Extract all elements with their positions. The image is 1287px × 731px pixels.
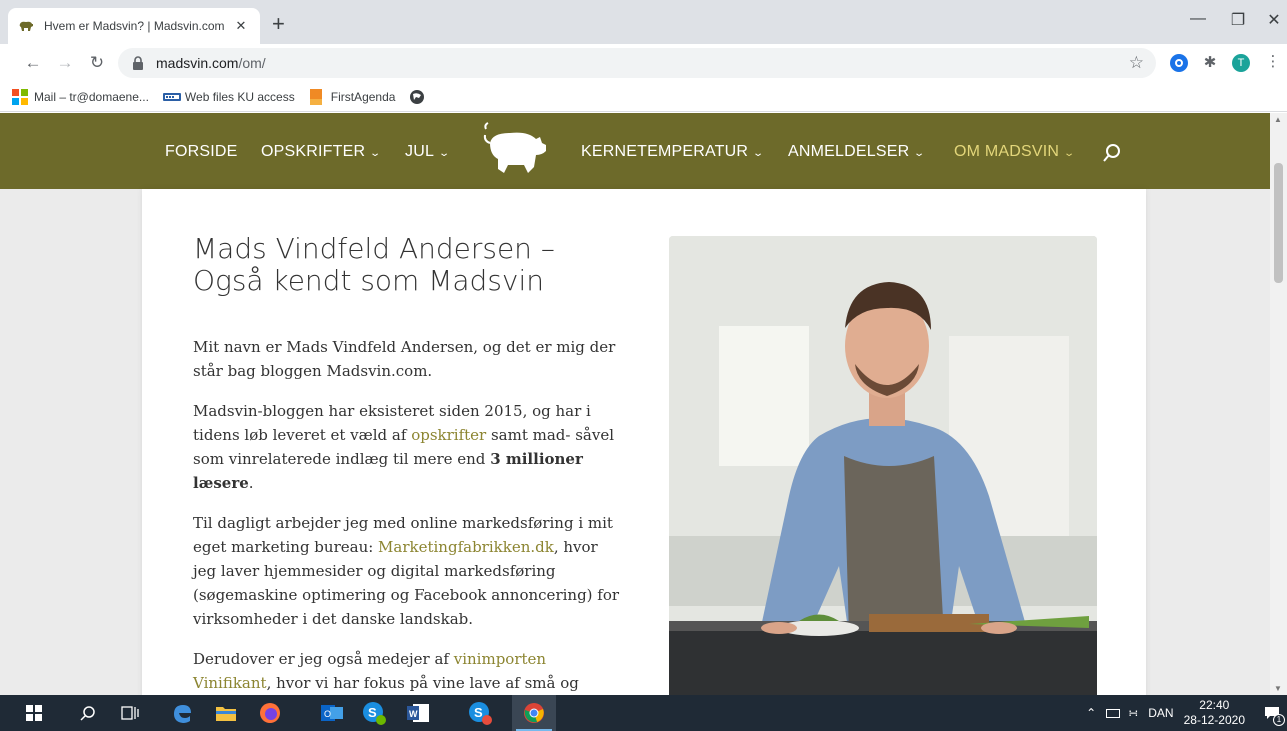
nav-anmeldelser[interactable]: ANMELDELSER ⌄ — [788, 143, 926, 161]
svg-text:W: W — [409, 709, 418, 719]
portrait-photo — [669, 236, 1097, 695]
nav-om-madsvin[interactable]: OM MADSVIN ⌄ — [954, 143, 1076, 161]
text-span: Derudover er jeg også medejer af — [193, 650, 454, 668]
wifi-icon[interactable]: ∺ — [1128, 706, 1138, 720]
svg-text:O: O — [324, 709, 331, 719]
bookmark-web-files[interactable]: Web files KU access — [162, 89, 295, 105]
windows-taskbar: O S W S ⌃ ∺ DAN 22:40 28-12-2020 1 — [0, 695, 1287, 731]
marketingfabrikken-link[interactable]: Marketingfabrikken.dk — [378, 538, 554, 556]
pig-favicon-icon — [18, 18, 34, 34]
skype-business-icon[interactable]: S — [458, 695, 502, 731]
microsoft-icon — [12, 88, 28, 105]
chevron-down-icon: ⌄ — [438, 148, 451, 159]
word-icon[interactable]: W — [396, 695, 440, 731]
text-span: . — [248, 474, 254, 492]
nav-label: ANMELDELSER — [788, 143, 910, 160]
close-window-icon[interactable]: ✕ — [1254, 10, 1287, 30]
profile-avatar[interactable]: T — [1232, 54, 1250, 72]
system-tray: ⌃ ∺ DAN 22:40 28-12-2020 1 — [1086, 695, 1287, 731]
chevron-down-icon: ⌄ — [369, 148, 382, 159]
nav-label: JUL — [405, 143, 435, 160]
language-indicator[interactable]: DAN — [1148, 706, 1173, 720]
intro-paragraph: Mit navn er Mads Vindfeld Andersen, og d… — [193, 338, 616, 380]
back-icon[interactable]: ← — [22, 53, 44, 73]
scroll-up-icon[interactable]: ▲ — [1274, 115, 1282, 124]
clock[interactable]: 22:40 28-12-2020 — [1184, 698, 1245, 728]
nav-label: FORSIDE — [165, 143, 238, 160]
search-icon[interactable] — [1102, 143, 1122, 163]
nav-forside[interactable]: FORSIDE — [165, 143, 238, 161]
scroll-thumb[interactable] — [1274, 163, 1283, 283]
clock-time: 22:40 — [1199, 698, 1230, 712]
svg-text:S: S — [368, 705, 377, 720]
taskbar-search-icon[interactable] — [66, 695, 110, 731]
tab-close-icon[interactable]: ✕ — [232, 18, 250, 34]
chevron-down-icon: ⌄ — [913, 148, 926, 159]
content-card: Mads Vindfeld Andersen – Også kendt som … — [142, 189, 1146, 695]
battery-icon[interactable] — [1106, 708, 1121, 718]
skype-icon[interactable]: S — [352, 695, 396, 731]
tab-strip: Hvem er Madsvin? | Madsvin.com ✕ + — ❐ ✕ — [0, 0, 1287, 44]
browser-toolbar: ← → ↻ madsvin.com/om/ ☆ ✱ T ⋮ — [0, 44, 1287, 82]
puzzle-extensions-icon[interactable]: ✱ — [1201, 54, 1219, 72]
menu-kebab-icon[interactable]: ⋮ — [1264, 54, 1282, 72]
nav-jul[interactable]: JUL ⌄ — [405, 143, 451, 161]
new-tab-button[interactable]: + — [272, 13, 285, 35]
bookmark-firstagenda[interactable]: FirstAgenda — [309, 88, 396, 105]
notifications-button[interactable]: 1 — [1257, 695, 1287, 731]
chrome-icon[interactable] — [512, 695, 556, 731]
bookmark-star-icon[interactable]: ☆ — [1129, 53, 1144, 73]
clock-date: 28-12-2020 — [1183, 713, 1245, 727]
start-windows-icon[interactable] — [12, 695, 56, 731]
text-span: , hvor vi har fokus på vine lave af små … — [266, 674, 579, 692]
bookmark-label: Mail – tr@domaene... — [34, 89, 149, 104]
reload-icon[interactable]: ↻ — [86, 53, 108, 73]
url-host: madsvin.com — [156, 55, 239, 71]
firstagenda-icon — [309, 88, 325, 105]
web-page: FORSIDE OPSKRIFTER ⌄ JUL ⌄ KERNETEMPERATUR… — [0, 113, 1270, 695]
lock-icon — [133, 56, 143, 70]
site-navigation: FORSIDE OPSKRIFTER ⌄ JUL ⌄ KERNETEMPERATUR… — [0, 113, 1270, 189]
svg-text:S: S — [474, 705, 483, 720]
page-title: Mads Vindfeld Andersen – Også kendt som … — [193, 232, 555, 297]
bookmark-globe[interactable] — [409, 89, 425, 105]
bookmark-mail[interactable]: Mail – tr@domaene... — [12, 88, 149, 105]
opskrifter-link[interactable]: opskrifter — [411, 426, 486, 444]
bookmarks-bar: Mail – tr@domaene... Web files KU access… — [0, 82, 1287, 112]
firefox-icon[interactable] — [248, 695, 292, 731]
tray-chevron-up-icon[interactable]: ⌃ — [1086, 706, 1096, 720]
outlook-icon[interactable]: O — [310, 695, 354, 731]
bookmark-label: Web files KU access — [184, 89, 295, 104]
browser-tab[interactable]: Hvem er Madsvin? | Madsvin.com ✕ — [8, 8, 260, 44]
notification-count-badge: 1 — [1273, 714, 1285, 726]
address-bar[interactable]: madsvin.com/om/ ☆ — [118, 48, 1156, 78]
page-scrollbar[interactable]: ▲ ▼ — [1270, 113, 1287, 695]
extension-icon[interactable] — [1170, 54, 1188, 72]
nav-label: KERNETEMPERATUR — [581, 143, 749, 160]
file-explorer-icon[interactable] — [204, 695, 248, 731]
nav-opskrifter[interactable]: OPSKRIFTER ⌄ — [261, 143, 382, 161]
scroll-down-icon[interactable]: ▼ — [1274, 684, 1282, 693]
work-paragraph: Til dagligt arbejder jeg med online mark… — [193, 511, 623, 631]
pig-logo-icon[interactable] — [480, 121, 550, 179]
chevron-down-icon: ⌄ — [752, 148, 765, 159]
edge-icon[interactable] — [160, 695, 204, 731]
task-view-icon[interactable] — [108, 695, 152, 731]
minimize-icon[interactable]: — — [1178, 10, 1218, 28]
vinifikant-paragraph: Derudover er jeg også medejer af vinimpo… — [193, 647, 623, 695]
tab-title: Hvem er Madsvin? | Madsvin.com — [44, 19, 225, 33]
drive-icon — [162, 89, 181, 105]
nav-label: OM MADSVIN — [954, 143, 1060, 160]
restore-icon[interactable]: ❐ — [1218, 10, 1258, 30]
bookmark-label: FirstAgenda — [330, 89, 396, 104]
globe-icon — [409, 89, 425, 105]
url-path: /om/ — [238, 55, 266, 71]
chevron-down-icon: ⌄ — [1063, 148, 1076, 159]
forward-icon[interactable]: → — [54, 53, 76, 73]
history-paragraph: Madsvin-bloggen har eksisteret siden 201… — [193, 399, 623, 495]
nav-kernetemperatur[interactable]: KERNETEMPERATUR ⌄ — [581, 143, 765, 161]
nav-label: OPSKRIFTER — [261, 143, 366, 160]
